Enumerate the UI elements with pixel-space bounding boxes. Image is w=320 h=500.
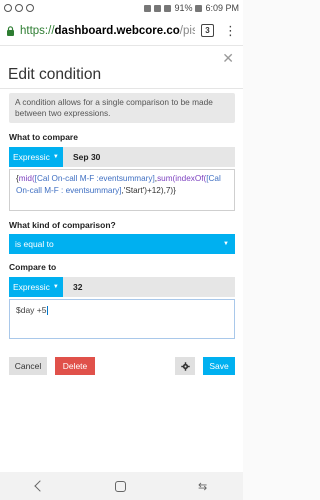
- lock-icon: [7, 25, 14, 36]
- left-operand-evaluated-value: Sep 30: [73, 152, 101, 162]
- text-cursor: [46, 306, 48, 316]
- more-menu-icon[interactable]: ⋮: [224, 24, 237, 37]
- edit-condition-dialog: ✕ Edit condition A condition allows for …: [0, 46, 243, 472]
- alarm-icon: [144, 4, 152, 12]
- dialog-title: Edit condition: [8, 66, 102, 83]
- gear-icon: [180, 361, 190, 371]
- caret-down-icon: ▼: [52, 154, 59, 160]
- right-operand-bar: Expressic ▼ 32: [9, 277, 235, 297]
- right-operand-type-label: Expressic: [13, 282, 50, 292]
- wifi-icon: [154, 4, 162, 12]
- recent-apps-icon[interactable]: ⇆: [198, 480, 207, 493]
- right-operand-evaluated-value: 32: [73, 282, 83, 292]
- url-scheme: https://: [20, 24, 55, 37]
- browser-toolbar: https://dashboard.webcore.co/pisto 3 ⋮: [0, 16, 243, 46]
- left-operand-type-dropdown[interactable]: Expressic ▼: [9, 147, 63, 167]
- expr-tail: )+12),7)}: [144, 186, 176, 196]
- url-path: /pisto: [179, 24, 195, 37]
- signal-icon: [164, 4, 172, 12]
- battery-icon: [195, 4, 203, 12]
- status-bar: 91% 6:09 PM: [0, 0, 243, 16]
- notification-icon: [4, 4, 12, 12]
- right-operand-expression-input[interactable]: $day +5: [9, 299, 235, 339]
- comparison-label: What kind of comparison?: [9, 220, 116, 230]
- expr-device-attribute: [Cal On-call M-F :eventsummary]: [34, 174, 155, 183]
- compare-to-label: Compare to: [9, 262, 57, 272]
- notification-icon: [15, 4, 23, 12]
- left-operand-expression-input[interactable]: {mid([Cal On-call M-F :eventsummary],sum…: [9, 169, 235, 211]
- expr-function: mid(: [18, 174, 35, 183]
- expr-function: indexOf(: [175, 174, 207, 183]
- settings-button[interactable]: [175, 357, 195, 375]
- caret-down-icon: ▼: [52, 284, 59, 290]
- right-operand-type-dropdown[interactable]: Expressic ▼: [9, 277, 63, 297]
- tab-switcher-button[interactable]: 3: [201, 24, 214, 37]
- expr-string-literal: 'Start': [123, 186, 145, 196]
- address-bar[interactable]: https://dashboard.webcore.co/pisto: [20, 25, 195, 37]
- url-host: dashboard.webcore.co: [54, 24, 180, 37]
- notification-icon: [26, 4, 34, 12]
- left-operand-bar: Expressic ▼ Sep 30: [9, 147, 235, 167]
- close-icon[interactable]: ✕: [222, 50, 234, 67]
- comparison-value: is equal to: [15, 239, 54, 249]
- expr-function: sum(: [157, 174, 176, 183]
- save-button[interactable]: Save: [203, 357, 235, 375]
- info-note: A condition allows for a single comparis…: [9, 93, 235, 124]
- home-icon[interactable]: [115, 480, 127, 492]
- divider: [0, 88, 243, 89]
- cancel-button[interactable]: Cancel: [9, 357, 47, 375]
- android-nav-bar: ⇆: [0, 472, 243, 500]
- delete-button[interactable]: Delete: [55, 357, 95, 375]
- clock: 6:09 PM: [205, 3, 239, 13]
- comparison-select[interactable]: is equal to ▼: [9, 234, 235, 254]
- right-operand-expression: $day +5: [16, 305, 47, 315]
- battery-percent: 91%: [174, 3, 193, 13]
- back-icon[interactable]: [34, 480, 46, 492]
- caret-down-icon: ▼: [223, 241, 229, 247]
- what-to-compare-label: What to compare: [9, 132, 78, 142]
- left-operand-type-label: Expressic: [13, 152, 50, 162]
